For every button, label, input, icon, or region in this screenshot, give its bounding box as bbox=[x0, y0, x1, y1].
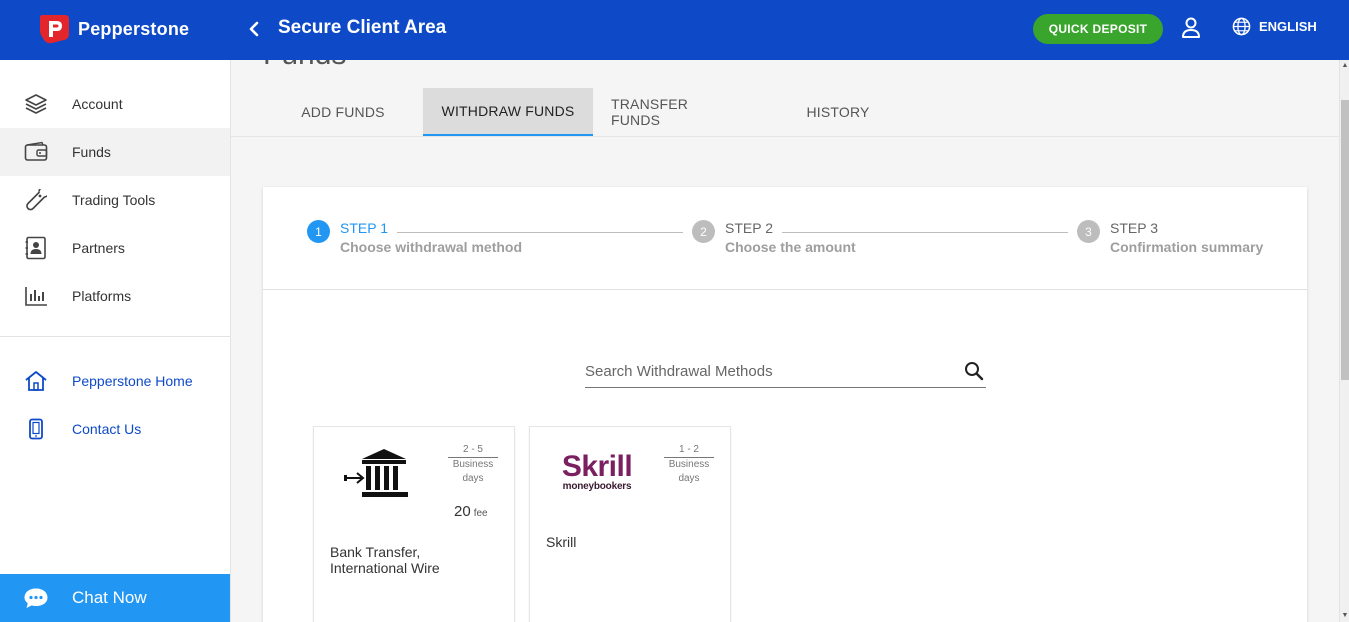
page-scrollbar[interactable]: ▲ ▼ bbox=[1339, 60, 1349, 622]
user-profile-button[interactable] bbox=[1180, 16, 1202, 40]
withdraw-card: 1 STEP 1 Choose withdrawal method 2 STEP… bbox=[263, 187, 1307, 622]
skrill-logo: Skrill moneybookers bbox=[557, 450, 637, 493]
method-card-bank-transfer[interactable]: 2 - 5 Business days 20 fee Bank Transfer,… bbox=[313, 426, 515, 622]
step-subtitle: Choose the amount bbox=[725, 239, 856, 255]
sidebar-item-trading-tools[interactable]: Trading Tools bbox=[0, 176, 230, 224]
fee-amount: 20 bbox=[454, 503, 471, 520]
step-connector bbox=[782, 232, 1068, 233]
layers-icon bbox=[24, 92, 48, 116]
phone-icon bbox=[24, 417, 48, 441]
step-number: 3 bbox=[1077, 220, 1100, 243]
brand-name: Pepperstone bbox=[78, 18, 190, 39]
sidebar-item-label: Trading Tools bbox=[72, 192, 156, 208]
user-icon bbox=[1182, 17, 1200, 38]
step-title: STEP 1 bbox=[340, 220, 388, 236]
sidebar-item-label: Funds bbox=[72, 144, 111, 160]
days-unit: Business bbox=[668, 459, 710, 470]
step-number: 1 bbox=[307, 220, 330, 243]
chat-now-button[interactable]: Chat Now bbox=[0, 574, 230, 622]
sidebar-item-label: Pepperstone Home bbox=[72, 373, 193, 389]
tab-history[interactable]: HISTORY bbox=[791, 88, 885, 136]
method-name: Bank Transfer, International Wire bbox=[330, 544, 440, 576]
sidebar-item-label: Account bbox=[72, 96, 123, 112]
sidebar-item-platforms[interactable]: Platforms bbox=[0, 272, 230, 320]
step-connector bbox=[397, 232, 683, 233]
sidebar-divider bbox=[0, 336, 230, 337]
step-number: 2 bbox=[692, 220, 715, 243]
processing-days: 2 - 5 Business days bbox=[448, 443, 498, 486]
sidebar-item-partners[interactable]: Partners bbox=[0, 224, 230, 272]
method-name-line: International Wire bbox=[330, 560, 440, 576]
brand-logo[interactable]: Pepperstone bbox=[38, 12, 189, 46]
method-name-line: Skrill bbox=[546, 534, 577, 550]
sidebar-link-contact-us[interactable]: Contact Us bbox=[0, 405, 230, 453]
contact-card-icon bbox=[24, 236, 48, 260]
method-fee: 20 fee bbox=[454, 503, 488, 520]
withdraw-stepper: 1 STEP 1 Choose withdrawal method 2 STEP… bbox=[263, 187, 1307, 290]
tab-transfer-funds[interactable]: TRANSFER FUNDS bbox=[611, 88, 741, 136]
skrill-logo-sub: moneybookers bbox=[562, 481, 632, 492]
step-subtitle: Choose withdrawal method bbox=[340, 239, 523, 255]
quick-deposit-button[interactable]: QUICK DEPOSIT bbox=[1033, 14, 1163, 44]
sidebar-item-account[interactable]: Account bbox=[0, 80, 230, 128]
days-unit: days bbox=[462, 473, 484, 484]
header-title: Secure Client Area bbox=[278, 17, 447, 38]
bar-chart-icon bbox=[24, 284, 48, 308]
main-content: Funds ADD FUNDS WITHDRAW FUNDS TRANSFER … bbox=[231, 60, 1339, 622]
method-name-line: Bank Transfer, bbox=[330, 544, 421, 560]
days-unit: Business bbox=[452, 459, 494, 470]
sidebar-link-pepperstone-home[interactable]: Pepperstone Home bbox=[0, 357, 230, 405]
step-subtitle: Confirmation summary bbox=[1110, 239, 1264, 255]
chat-bubble-icon bbox=[24, 588, 48, 608]
sidebar-item-label: Partners bbox=[72, 240, 125, 256]
chevron-left-icon bbox=[249, 21, 259, 37]
scroll-up-arrow-icon[interactable]: ▲ bbox=[1341, 62, 1349, 70]
step-2: 2 STEP 2 Choose the amount bbox=[692, 220, 856, 255]
home-icon bbox=[24, 369, 48, 393]
wallet-icon bbox=[24, 140, 48, 164]
method-card-skrill[interactable]: Skrill moneybookers 1 - 2 Business days … bbox=[529, 426, 731, 622]
wrench-icon bbox=[24, 188, 48, 212]
scroll-down-arrow-icon[interactable]: ▼ bbox=[1341, 612, 1349, 620]
skrill-logo-text: Skrill bbox=[561, 450, 633, 483]
step-1: 1 STEP 1 Choose withdrawal method bbox=[307, 220, 522, 255]
step-3: 3 STEP 3 Confirmation summary bbox=[1077, 220, 1263, 255]
sidebar-item-funds[interactable]: Funds bbox=[0, 128, 230, 176]
step-title: STEP 3 bbox=[1110, 220, 1158, 236]
page-title: Funds bbox=[263, 60, 346, 72]
method-name: Skrill bbox=[546, 534, 576, 550]
days-unit: days bbox=[678, 473, 700, 484]
tab-add-funds[interactable]: ADD FUNDS bbox=[281, 88, 405, 136]
language-selector[interactable]: ENGLISH bbox=[1232, 17, 1317, 36]
days-range: 1 - 2 bbox=[664, 443, 714, 458]
sidebar: Account Funds Trading Tools Partners Pla… bbox=[0, 60, 231, 622]
fee-label: fee bbox=[473, 508, 488, 519]
top-bar: Pepperstone Secure Client Area QUICK DEP… bbox=[0, 0, 1349, 60]
back-button[interactable] bbox=[244, 18, 264, 40]
sidebar-item-label: Platforms bbox=[72, 288, 132, 304]
tab-withdraw-funds[interactable]: WITHDRAW FUNDS bbox=[423, 88, 593, 136]
search-input[interactable] bbox=[585, 359, 945, 383]
chat-now-label: Chat Now bbox=[72, 588, 147, 607]
search-withdrawal-methods bbox=[585, 357, 986, 388]
search-icon[interactable] bbox=[964, 361, 984, 381]
sidebar-item-label: Contact Us bbox=[72, 421, 142, 437]
bank-transfer-icon bbox=[344, 449, 408, 497]
language-label: ENGLISH bbox=[1259, 19, 1317, 34]
days-range: 2 - 5 bbox=[448, 443, 498, 458]
pepperstone-logo-icon bbox=[40, 15, 69, 44]
step-title: STEP 2 bbox=[725, 220, 773, 236]
processing-days: 1 - 2 Business days bbox=[664, 443, 714, 486]
scroll-thumb[interactable] bbox=[1341, 100, 1349, 380]
funds-tabs: ADD FUNDS WITHDRAW FUNDS TRANSFER FUNDS … bbox=[231, 88, 1339, 137]
globe-icon bbox=[1232, 17, 1251, 36]
